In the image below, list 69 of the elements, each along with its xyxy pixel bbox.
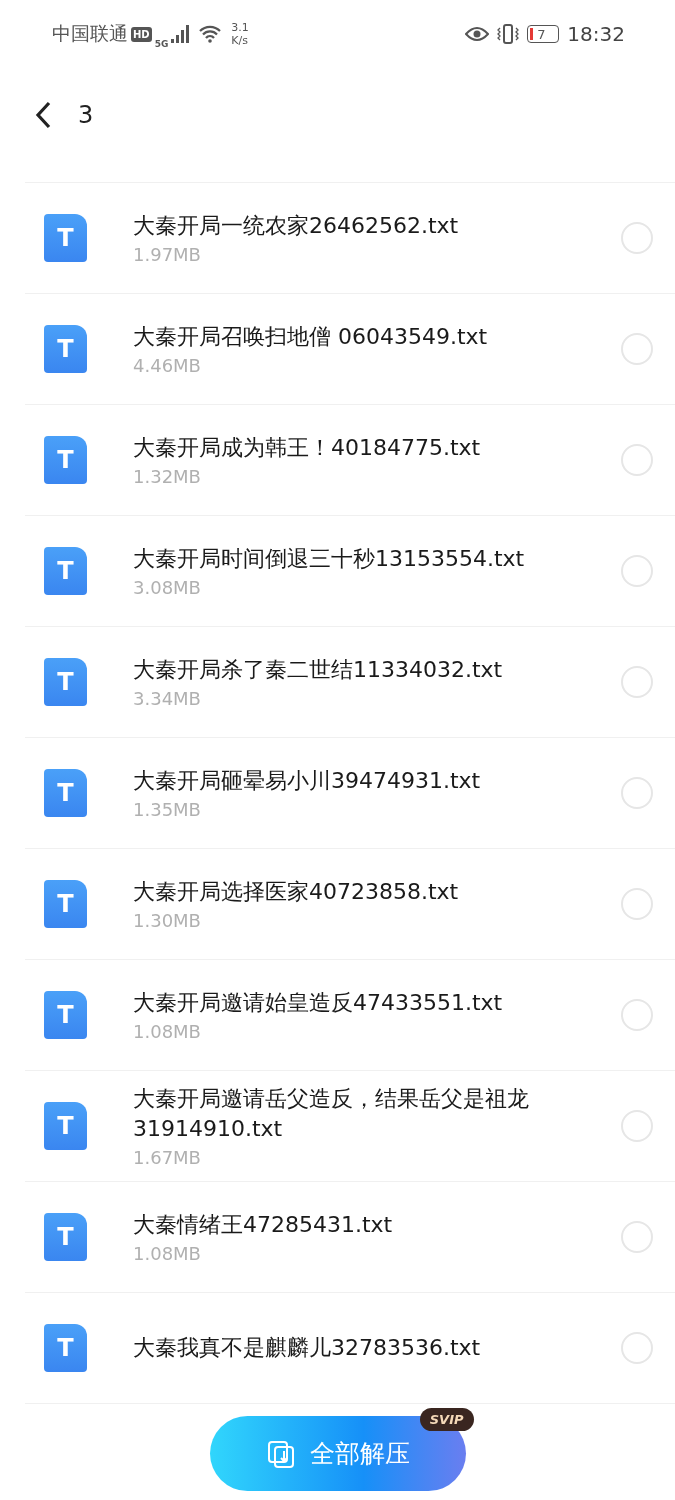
wifi-icon (198, 25, 223, 43)
carrier-name: 中国联通 (52, 21, 128, 46)
file-row[interactable]: T 大秦开局砸晕易小川39474931.txt 1.35MB (25, 738, 675, 849)
file-name: 大秦开局召唤扫地僧 06043549.txt (133, 323, 489, 351)
file-size: 1.08MB (133, 1243, 202, 1264)
text-file-icon: T (44, 769, 87, 817)
file-name: 大秦情绪王47285431.txt (133, 1211, 394, 1239)
clock-time: 18:32 (567, 22, 625, 46)
file-name: 大秦开局邀请始皇造反47433551.txt (133, 989, 504, 1017)
select-radio[interactable] (621, 666, 653, 698)
file-size: 1.08MB (133, 1021, 202, 1042)
speed-unit: K/s (231, 34, 249, 47)
file-row[interactable]: T 大秦开局杀了秦二世结11334032.txt 3.34MB (25, 627, 675, 738)
file-name: 大秦开局一统农家26462562.txt (133, 212, 460, 240)
text-file-icon: T (44, 991, 87, 1039)
text-file-icon: T (44, 880, 87, 928)
file-row[interactable]: T 大秦开局一统农家26462562.txt 1.97MB (25, 183, 675, 294)
file-row[interactable]: T 大秦开局邀请岳父造反，结果岳父是祖龙31914910.txt 1.67MB (25, 1071, 675, 1182)
select-radio[interactable] (621, 888, 653, 920)
signal-icon (171, 25, 190, 43)
file-name: 大秦开局成为韩王！40184775.txt (133, 434, 482, 462)
file-size: 3.34MB (133, 688, 202, 709)
file-row[interactable]: T 大秦开局邀请始皇造反47433551.txt 1.08MB (25, 960, 675, 1071)
text-file-icon: T (44, 214, 87, 262)
file-name: 大秦开局砸晕易小川39474931.txt (133, 767, 482, 795)
file-row[interactable]: T 大秦开局成为韩王！40184775.txt 1.32MB (25, 405, 675, 516)
network-type: 5G (154, 39, 169, 49)
file-size: 4.46MB (133, 355, 202, 376)
file-row[interactable]: T 大秦我真不是麒麟儿32783536.txt (25, 1293, 675, 1404)
select-radio[interactable] (621, 1221, 653, 1253)
file-size: 1.35MB (133, 799, 202, 820)
text-file-icon: T (44, 436, 87, 484)
speed-value: 3.1 (231, 21, 249, 34)
page-title: 3 (78, 101, 94, 129)
select-radio[interactable] (621, 333, 653, 365)
file-row[interactable]: T 大秦情绪王47285431.txt 1.08MB (25, 1182, 675, 1293)
file-size: 1.97MB (133, 244, 202, 265)
text-file-icon: T (44, 1324, 87, 1372)
file-size: 1.30MB (133, 910, 202, 931)
eye-icon (465, 26, 490, 42)
battery-level: 7 (537, 26, 546, 42)
text-file-icon: T (44, 547, 87, 595)
back-button[interactable] (34, 101, 52, 129)
select-radio[interactable] (621, 222, 653, 254)
file-name: 大秦开局邀请岳父造反，结果岳父是祖龙31914910.txt (133, 1085, 530, 1143)
file-size: 1.67MB (133, 1147, 202, 1168)
file-size: 1.32MB (133, 466, 202, 487)
text-file-icon: T (44, 1102, 87, 1150)
select-radio[interactable] (621, 1110, 653, 1142)
file-name: 大秦开局时间倒退三十秒13153554.txt (133, 545, 526, 573)
file-row[interactable]: T 大秦开局时间倒退三十秒13153554.txt 3.08MB (25, 516, 675, 627)
file-row[interactable]: T 大秦开局召唤扫地僧 06043549.txt 4.46MB (25, 294, 675, 405)
select-radio[interactable] (621, 999, 653, 1031)
extract-icon (265, 1438, 296, 1469)
select-radio[interactable] (621, 777, 653, 809)
file-name: 大秦开局杀了秦二世结11334032.txt (133, 656, 504, 684)
text-file-icon: T (44, 325, 87, 373)
select-radio[interactable] (621, 555, 653, 587)
text-file-icon: T (44, 1213, 87, 1261)
vibrate-icon (497, 24, 520, 44)
svip-badge: SVIP (419, 1408, 474, 1431)
select-radio[interactable] (621, 444, 653, 476)
select-radio[interactable] (621, 1332, 653, 1364)
file-name: 大秦我真不是麒麟儿32783536.txt (133, 1334, 482, 1362)
text-file-icon: T (44, 658, 87, 706)
file-name: 大秦开局选择医家40723858.txt (133, 878, 460, 906)
hd-badge: HD (131, 26, 152, 42)
file-row[interactable]: T 大秦开局选择医家40723858.txt 1.30MB (25, 849, 675, 960)
file-size: 3.08MB (133, 577, 202, 598)
